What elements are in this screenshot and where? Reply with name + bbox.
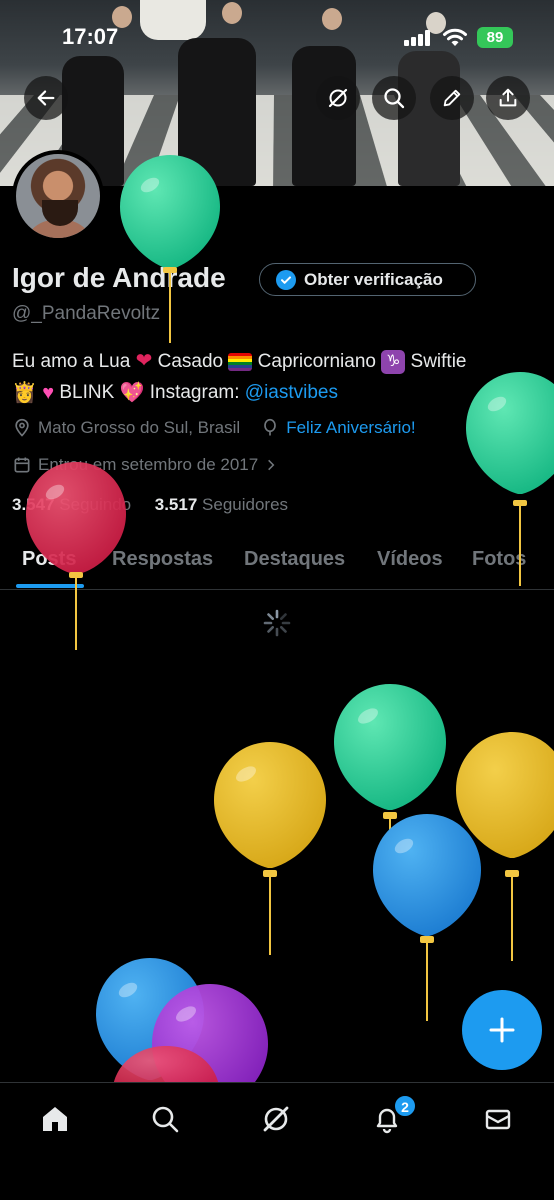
tab-videos[interactable]: Vídeos bbox=[377, 548, 443, 571]
balloon bbox=[96, 958, 204, 1080]
tab-posts[interactable]: Posts bbox=[22, 548, 76, 571]
signal-icon bbox=[404, 30, 434, 46]
active-tab-indicator bbox=[16, 584, 84, 588]
avatar[interactable] bbox=[12, 150, 104, 242]
profile-tabs: Posts Respostas Destaques Vídeos Fotos bbox=[0, 540, 554, 590]
verified-badge-icon bbox=[276, 269, 296, 290]
chevron-right-icon bbox=[268, 459, 275, 471]
rainbow-flag-emoji bbox=[228, 352, 253, 371]
share-button[interactable] bbox=[486, 76, 530, 120]
home-icon bbox=[43, 1107, 67, 1131]
balloon bbox=[373, 814, 481, 1021]
joined-date: Entrou em setembro de 2017 bbox=[38, 455, 259, 474]
status-bar: 17:07 89 bbox=[0, 22, 554, 52]
status-time: 17:07 bbox=[62, 24, 119, 49]
profile-location: Mato Grosso do Sul, Brasil bbox=[38, 418, 241, 437]
profile-meta-row: Mato Grosso do Sul, Brasil Feliz Anivers… bbox=[12, 418, 416, 438]
share-icon bbox=[499, 88, 517, 107]
back-arrow-icon bbox=[37, 90, 55, 106]
instagram-link[interactable]: @iastvibes bbox=[245, 382, 338, 403]
joined-row[interactable]: Entrou em setembro de 2017 bbox=[12, 455, 278, 475]
balloon bbox=[334, 684, 446, 901]
banner-person bbox=[178, 38, 256, 186]
compose-post-button[interactable] bbox=[462, 990, 542, 1070]
red-heart-emoji: ❤ bbox=[135, 350, 153, 373]
princess-emoji: 👸 bbox=[12, 381, 37, 404]
edit-button[interactable] bbox=[430, 76, 474, 120]
get-verified-button[interactable]: Obter verificação bbox=[259, 263, 476, 296]
wifi-icon bbox=[443, 28, 467, 46]
plus-icon bbox=[489, 1017, 515, 1043]
profile-bio: Eu amo a Lua ❤ Casado Capricorniano ♑ Sw… bbox=[12, 346, 552, 409]
search-icon bbox=[384, 88, 405, 109]
location-pin-icon bbox=[15, 418, 29, 437]
tab-replies[interactable]: Respostas bbox=[112, 548, 213, 571]
sparkling-heart-emoji: 💖 bbox=[119, 381, 145, 404]
following-link[interactable]: 3.547 Seguindo bbox=[12, 495, 131, 514]
tab-photos[interactable]: Fotos bbox=[472, 548, 526, 571]
profile-name: Igor de Andrade bbox=[12, 262, 226, 293]
balloon-icon bbox=[264, 418, 277, 436]
balloon bbox=[214, 742, 326, 955]
back-button[interactable] bbox=[24, 76, 68, 120]
envelope-icon bbox=[485, 1109, 511, 1130]
nav-search[interactable] bbox=[147, 1101, 183, 1137]
notification-count-badge: 2 bbox=[394, 1095, 416, 1117]
profile-handle: @_PandaRevoltz bbox=[12, 303, 161, 324]
tab-highlights[interactable]: Destaques bbox=[244, 548, 345, 571]
pink-heart-emoji: ♥ bbox=[42, 381, 55, 404]
grok-icon bbox=[328, 88, 348, 108]
get-verified-label: Obter verificação bbox=[304, 269, 443, 289]
balloon bbox=[456, 732, 554, 961]
bottom-navigation: 2 bbox=[0, 1082, 554, 1200]
nav-grok[interactable] bbox=[258, 1101, 294, 1137]
calendar-icon bbox=[14, 457, 30, 473]
followers-link[interactable]: 3.517 Seguidores bbox=[155, 495, 288, 514]
search-icon bbox=[152, 1106, 179, 1133]
birthday-link[interactable]: Feliz Aniversário! bbox=[286, 418, 415, 438]
battery-indicator: 89 bbox=[477, 27, 513, 48]
grok-icon bbox=[263, 1106, 289, 1132]
search-button[interactable] bbox=[372, 76, 416, 120]
follow-counts: 3.547 Seguindo 3.517 Seguidores bbox=[12, 495, 288, 515]
grok-button[interactable] bbox=[316, 76, 360, 120]
edit-icon bbox=[443, 89, 461, 107]
nav-messages[interactable] bbox=[480, 1101, 516, 1137]
nav-home[interactable] bbox=[37, 1101, 73, 1137]
loading-spinner-icon bbox=[263, 609, 291, 637]
battery-level: 89 bbox=[486, 29, 504, 46]
capricorn-emoji: ♑ bbox=[381, 349, 406, 374]
